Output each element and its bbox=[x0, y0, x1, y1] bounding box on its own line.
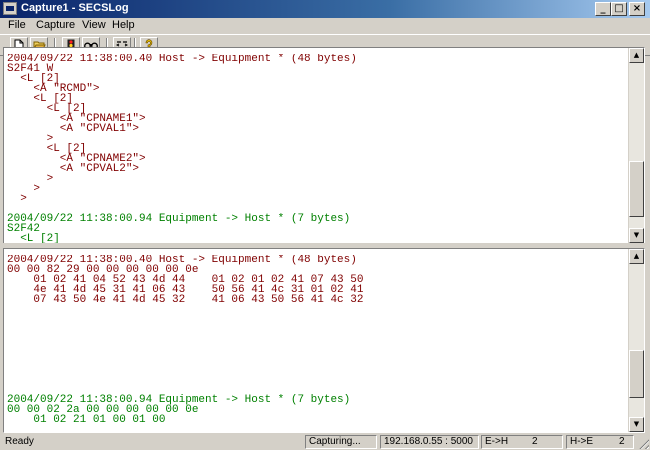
resize-grip[interactable] bbox=[637, 437, 649, 449]
hex-dump-pane[interactable]: 2004/09/22 11:38:00.40 Host -> Equipment… bbox=[3, 248, 645, 433]
status-bar: Ready Capturing... 192.168.0.55 : 5000 E… bbox=[0, 434, 650, 450]
status-e-to-h: E->H 2 bbox=[481, 435, 563, 449]
log-line: > bbox=[7, 133, 54, 145]
log-line: <A "RCMD"> bbox=[7, 83, 100, 95]
arrow-down-icon: ▼ bbox=[633, 231, 640, 239]
log-line: <L [2] bbox=[7, 93, 74, 105]
message-tree-text: 2004/09/22 11:38:00.40 Host -> Equipment… bbox=[7, 54, 627, 243]
arrow-up-icon: ▲ bbox=[633, 51, 640, 59]
maximize-button[interactable]: □ bbox=[611, 2, 627, 16]
status-h-to-e: H->E 2 bbox=[566, 435, 634, 449]
log-line: S2F42 bbox=[7, 223, 41, 235]
log-line: <L [2] bbox=[7, 233, 60, 244]
log-line: 2004/09/22 11:38:00.40 Host -> Equipment… bbox=[7, 54, 357, 65]
app-icon[interactable] bbox=[3, 2, 17, 15]
close-icon: × bbox=[632, 3, 642, 14]
menu-file[interactable]: File bbox=[6, 19, 28, 31]
log-line: > bbox=[7, 173, 54, 185]
log-line: > bbox=[7, 193, 27, 205]
h-to-e-count: 2 bbox=[619, 436, 625, 447]
status-capturing: Capturing... bbox=[305, 435, 377, 449]
log-line: > bbox=[7, 183, 41, 195]
menu-view[interactable]: View bbox=[80, 19, 108, 31]
log-line: <L [2] bbox=[7, 73, 60, 85]
log-line: <A "CPVAL2"> bbox=[7, 163, 140, 175]
bottom-pane-scrollbar[interactable]: ▲ ▼ bbox=[628, 249, 644, 432]
minimize-icon: _ bbox=[600, 3, 606, 14]
menu-bar: File Capture View Help bbox=[0, 18, 650, 34]
scroll-up-button[interactable]: ▲ bbox=[629, 48, 644, 63]
log-line: 01 02 21 01 00 01 00 bbox=[7, 414, 166, 426]
menu-help[interactable]: Help bbox=[110, 19, 137, 31]
scroll-down-button[interactable]: ▼ bbox=[629, 417, 644, 432]
e-to-h-label: E->H bbox=[485, 436, 509, 447]
minimize-button[interactable]: _ bbox=[595, 2, 611, 16]
maximize-icon: □ bbox=[614, 3, 624, 14]
top-pane-scrollbar[interactable]: ▲ ▼ bbox=[628, 48, 644, 243]
arrow-down-icon: ▼ bbox=[633, 420, 640, 428]
scroll-thumb[interactable] bbox=[629, 161, 644, 217]
window-title: Capture1 - SECSLog bbox=[21, 2, 129, 14]
status-ready: Ready bbox=[5, 436, 34, 447]
menu-capture[interactable]: Capture bbox=[34, 19, 77, 31]
arrow-up-icon: ▲ bbox=[633, 252, 640, 260]
message-tree-pane[interactable]: 2004/09/22 11:38:00.40 Host -> Equipment… bbox=[3, 47, 645, 244]
scroll-down-button[interactable]: ▼ bbox=[629, 228, 644, 243]
close-button[interactable]: × bbox=[629, 2, 645, 16]
scroll-up-button[interactable]: ▲ bbox=[629, 249, 644, 264]
log-line: 2004/09/22 11:38:00.94 Equipment -> Host… bbox=[7, 213, 351, 225]
hex-dump-text: 2004/09/22 11:38:00.40 Host -> Equipment… bbox=[7, 255, 627, 432]
log-line: 07 43 50 4e 41 4d 45 32 41 06 43 50 56 4… bbox=[7, 294, 364, 306]
title-bar[interactable]: Capture1 - SECSLog _ □ × bbox=[0, 0, 650, 18]
h-to-e-label: H->E bbox=[570, 436, 594, 447]
log-line: <A "CPVAL1"> bbox=[7, 123, 140, 135]
status-address: 192.168.0.55 : 5000 bbox=[380, 435, 479, 449]
e-to-h-count: 2 bbox=[532, 436, 538, 447]
scroll-thumb[interactable] bbox=[629, 350, 644, 398]
log-line: S2F41 W bbox=[7, 63, 54, 75]
